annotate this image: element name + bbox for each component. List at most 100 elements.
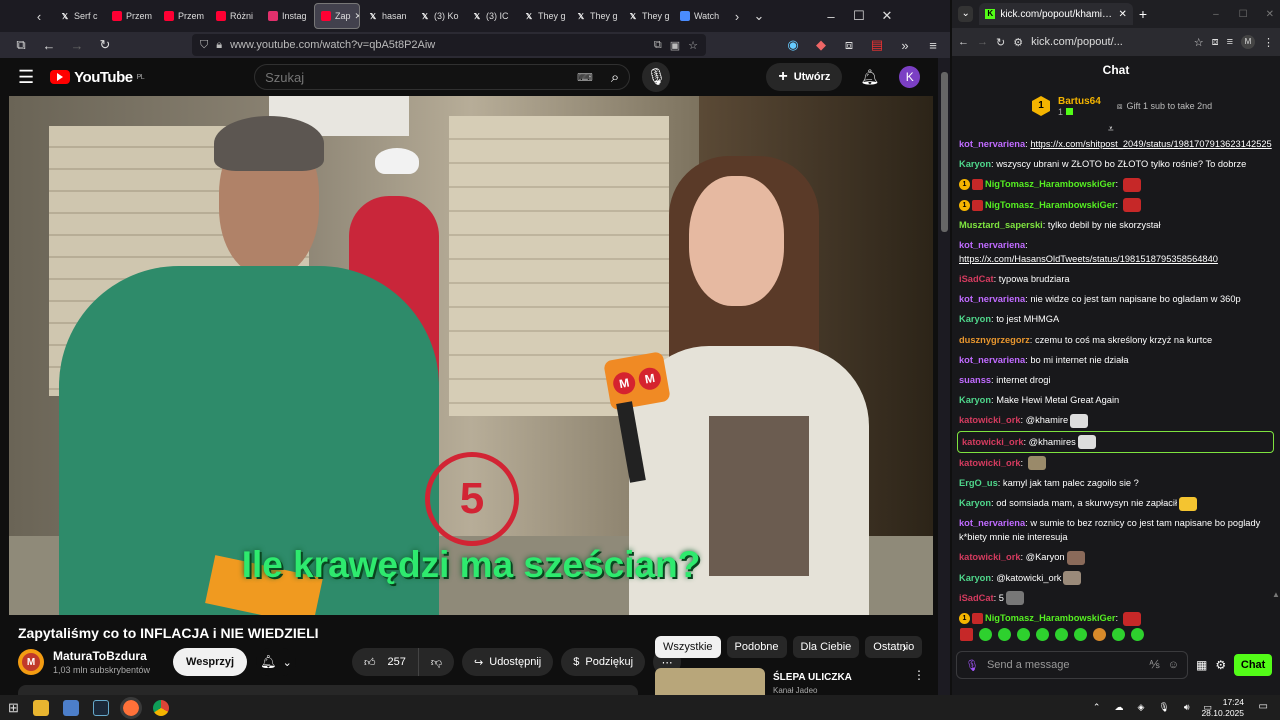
chat-username[interactable]: Karyon	[959, 159, 991, 169]
store-icon[interactable]: ▦	[1196, 658, 1207, 672]
media-control-icon[interactable]: ≡	[1227, 36, 1233, 48]
chat-username[interactable]: kot_nervariena	[959, 139, 1025, 149]
minimize-icon[interactable]: –	[1213, 9, 1219, 20]
browser-tab[interactable]: Instag	[262, 3, 312, 29]
browser-tab[interactable]: Watch	[674, 3, 724, 29]
chrome-url-text[interactable]: kick.com/popout/...	[1031, 36, 1123, 48]
chat-settings-icon[interactable]: ⚙	[1215, 658, 1226, 672]
chat-username[interactable]: Karyon	[959, 573, 991, 583]
chat-username[interactable]: iSadCat	[959, 593, 994, 603]
windows-start-icon[interactable]: ⊞	[8, 700, 19, 716]
quick-emote-icon[interactable]	[960, 628, 973, 641]
forward-icon[interactable]: →	[977, 36, 988, 48]
chat-input-box[interactable]: 🎙︎ Send a message ⅍ ☺	[956, 651, 1188, 679]
menu-icon[interactable]: ☰	[18, 67, 34, 88]
chat-username[interactable]: Musztard_saperski	[959, 220, 1043, 230]
account-avatar[interactable]: K	[899, 66, 921, 88]
browser-tab[interactable]: 𝕏 They g	[518, 3, 568, 29]
video-player[interactable]: M M 5 Ile krawędzi ma sześcian?	[9, 96, 933, 615]
browser-tab[interactable]: 𝕏 Serf c	[54, 3, 104, 29]
browser-tab[interactable]: 𝕏hasan	[362, 3, 412, 29]
new-tab-icon[interactable]: +	[1139, 6, 1147, 22]
system-clock[interactable]: 17:24 28.10.2025	[1201, 697, 1244, 719]
forward-icon[interactable]: →	[66, 34, 88, 56]
extension-badge-icon[interactable]: ▤	[866, 34, 888, 56]
chat-username[interactable]: iSadCat	[959, 274, 994, 284]
chat-input[interactable]: Send a message	[987, 659, 1141, 671]
kick-tab[interactable]: K kick.com/popout/khamires/cha ✕	[979, 3, 1133, 25]
bookmark-star-icon[interactable]: ☆	[688, 39, 698, 52]
quick-emote-icon[interactable]	[1131, 628, 1144, 641]
steam-icon[interactable]	[92, 699, 109, 716]
chip-3[interactable]: Ostatnio	[865, 636, 923, 658]
chip-2[interactable]: Dla Ciebie	[792, 636, 860, 658]
chat-username[interactable]: NigTomasz_HarambowskiGer	[985, 200, 1116, 210]
chat-username[interactable]: Karyon	[959, 395, 991, 405]
browser-tab[interactable]: 𝕏 They g	[570, 3, 620, 29]
overflow-chevrons-icon[interactable]: »	[894, 34, 916, 56]
voice-search-icon[interactable]: 🎙︎	[642, 62, 671, 92]
browser-tab[interactable]: Przem	[158, 3, 208, 29]
channel-name[interactable]: MaturaToBzdura	[53, 649, 150, 663]
subscribe-bell-button[interactable]: 🔔︎ ⌄	[256, 648, 296, 676]
quick-emote-icon[interactable]	[1112, 628, 1125, 641]
quick-emote-icon[interactable]	[1074, 628, 1087, 641]
recommended-video[interactable]: ŚLEPA ULICZKA Kanał Jadeo ⋮	[655, 668, 925, 695]
chat-username[interactable]: Karyon	[959, 498, 991, 508]
quick-emote-icon[interactable]	[979, 628, 992, 641]
chat-username[interactable]: kot_nervariena	[959, 355, 1025, 365]
browser-tab[interactable]: 𝕏 They g	[622, 3, 672, 29]
extension-fox-icon[interactable]: ◆	[810, 34, 832, 56]
bookmark-star-icon[interactable]: ☆	[1194, 36, 1204, 49]
search-input[interactable]	[265, 69, 577, 85]
screenshot-icon[interactable]: ▣	[670, 39, 680, 52]
send-chat-button[interactable]: Chat	[1234, 654, 1273, 676]
firefox-taskbar-icon[interactable]	[119, 696, 142, 719]
sidebar-icon[interactable]: ⧉	[10, 34, 32, 56]
channel-avatar[interactable]: M	[18, 649, 44, 675]
quick-emote-icon[interactable]	[1017, 628, 1030, 641]
page-scrollbar[interactable]	[939, 58, 950, 695]
recommended-menu-icon[interactable]: ⋮	[913, 668, 925, 695]
computer-icon[interactable]	[62, 699, 79, 716]
hamburger-menu-icon[interactable]: ≡	[922, 34, 944, 56]
back-icon[interactable]: ←	[38, 34, 60, 56]
tab-scroll-left-icon[interactable]: ‹	[28, 5, 50, 27]
chat-username[interactable]: katowicki_ork	[962, 437, 1024, 447]
browser-tab[interactable]: Przem	[106, 3, 156, 29]
quick-emote-icon[interactable]	[1036, 628, 1049, 641]
quick-emote-icon[interactable]	[1093, 628, 1106, 641]
browser-tab[interactable]: 𝕏 (3) IC	[466, 3, 516, 29]
gift-sub-button[interactable]: ⧈ Gift 1 sub to take 2nd	[1117, 101, 1212, 112]
chat-username[interactable]: katowicki_ork	[959, 552, 1021, 562]
chat-username[interactable]: Karyon	[959, 314, 991, 324]
chat-username[interactable]: kot_nervariena	[959, 518, 1025, 528]
dislike-button[interactable]: 👎︎	[417, 648, 455, 676]
extension-globe-icon[interactable]: ◉	[782, 34, 804, 56]
quick-emote-icon[interactable]	[1055, 628, 1068, 641]
chat-username[interactable]: dusznygrzegorz	[959, 335, 1030, 345]
tab-search-icon[interactable]: ⌄	[958, 6, 974, 22]
share-button[interactable]: ↪ Udostępnij	[462, 648, 554, 676]
chat-username[interactable]: ErgO_us	[959, 478, 998, 488]
notifications-icon[interactable]: ▭	[1259, 701, 1268, 712]
chrome-menu-icon[interactable]: ⋮	[1263, 36, 1274, 49]
scrollbar-thumb[interactable]	[941, 72, 948, 232]
microphone-tray-icon[interactable]: 🎙︎	[1158, 702, 1169, 713]
chat-link[interactable]: https://x.com/shitpost_2049/status/19817…	[1030, 139, 1271, 149]
reload-icon[interactable]: ↻	[94, 34, 116, 56]
url-bar[interactable]: ⛉ 🔒︎ www.youtube.com/watch?v=qbA5t8P2Aiw…	[192, 34, 706, 56]
support-button[interactable]: Wesprzyj	[173, 648, 248, 676]
chat-username[interactable]: katowicki_ork	[959, 458, 1021, 468]
emoji-icon[interactable]: ☺	[1168, 659, 1179, 671]
file-explorer-icon[interactable]	[32, 699, 49, 716]
onedrive-icon[interactable]: ☁	[1114, 702, 1123, 713]
browser-tab[interactable]: 𝕏 (3) Ko	[414, 3, 464, 29]
extensions-puzzle-icon[interactable]: ⧈	[838, 34, 860, 56]
close-window-icon[interactable]: ✕	[876, 5, 898, 27]
chat-username[interactable]: kot_nervariena	[959, 240, 1025, 250]
tab-scroll-right-icon[interactable]: ›	[726, 5, 748, 27]
extensions-icon[interactable]: ⧈	[1212, 36, 1219, 49]
chrome-taskbar-icon[interactable]	[152, 699, 169, 716]
chat-scroll-icon[interactable]: ▲	[1272, 590, 1280, 599]
